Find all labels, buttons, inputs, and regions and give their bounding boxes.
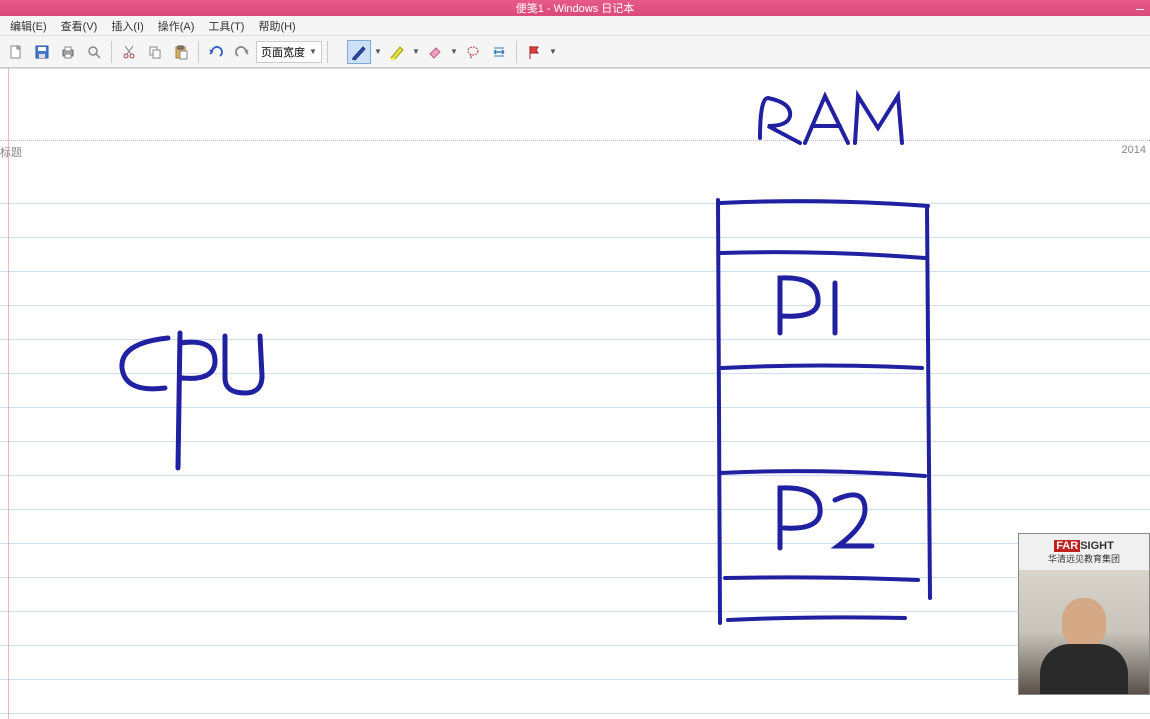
pen-dropdown-arrow[interactable]: ▼	[373, 47, 383, 56]
eraser-dropdown-arrow[interactable]: ▼	[449, 47, 459, 56]
webcam-logo: FARSIGHT	[1054, 540, 1114, 552]
minimize-hint: –	[1136, 0, 1144, 16]
cut-button[interactable]	[117, 40, 141, 64]
eraser-tool-button[interactable]	[423, 40, 447, 64]
toolbar-separator	[516, 41, 517, 63]
copy-button[interactable]	[143, 40, 167, 64]
print-button[interactable]	[56, 40, 80, 64]
canvas-area[interactable]: 标题 2014	[0, 68, 1150, 719]
page-top-rule	[0, 68, 1150, 69]
highlighter-dropdown-arrow[interactable]: ▼	[411, 47, 421, 56]
menu-tools[interactable]: 工具(T)	[202, 16, 250, 36]
menu-insert[interactable]: 插入(I)	[105, 16, 149, 36]
webcam-banner: FARSIGHT 华清远见教育集团	[1019, 534, 1149, 570]
window-title: 便笺1 - Windows 日记本	[516, 0, 635, 16]
chevron-down-icon: ▼	[309, 47, 317, 56]
flag-dropdown-arrow[interactable]: ▼	[548, 47, 558, 56]
pen-tool-button[interactable]	[347, 40, 371, 64]
ink-text-ram	[760, 96, 902, 143]
title-rule	[0, 140, 1150, 141]
flag-tool-button[interactable]	[522, 40, 546, 64]
toolbar-separator	[327, 41, 328, 63]
space-tool-button[interactable]	[487, 40, 511, 64]
zoom-label: 页面宽度	[261, 44, 305, 60]
toolbar-separator	[111, 41, 112, 63]
menu-bar: 编辑(E) 查看(V) 插入(I) 操作(A) 工具(T) 帮助(H)	[0, 16, 1150, 36]
lasso-tool-button[interactable]	[461, 40, 485, 64]
webcam-overlay: FARSIGHT 华清远见教育集团	[1018, 533, 1150, 695]
menu-view[interactable]: 查看(V)	[55, 16, 104, 36]
search-button[interactable]	[82, 40, 106, 64]
webcam-person	[1019, 570, 1149, 694]
toolbar-separator	[198, 41, 199, 63]
ruled-lines	[0, 170, 1150, 719]
zoom-dropdown[interactable]: 页面宽度 ▼	[256, 41, 322, 63]
highlighter-tool-button[interactable]	[385, 40, 409, 64]
undo-button[interactable]	[204, 40, 228, 64]
menu-edit[interactable]: 编辑(E)	[4, 16, 53, 36]
paste-button[interactable]	[169, 40, 193, 64]
save-button[interactable]	[30, 40, 54, 64]
redo-button[interactable]	[230, 40, 254, 64]
new-button[interactable]	[4, 40, 28, 64]
webcam-subtitle: 华清远见教育集团	[1048, 552, 1120, 565]
note-date: 2014	[1122, 144, 1146, 156]
title-bar: 便笺1 - Windows 日记本 –	[0, 0, 1150, 16]
menu-help[interactable]: 帮助(H)	[252, 16, 301, 36]
note-title-placeholder[interactable]: 标题	[0, 144, 22, 160]
menu-actions[interactable]: 操作(A)	[152, 16, 201, 36]
toolbar: 页面宽度 ▼ ▼ ▼ ▼ ▼	[0, 36, 1150, 68]
